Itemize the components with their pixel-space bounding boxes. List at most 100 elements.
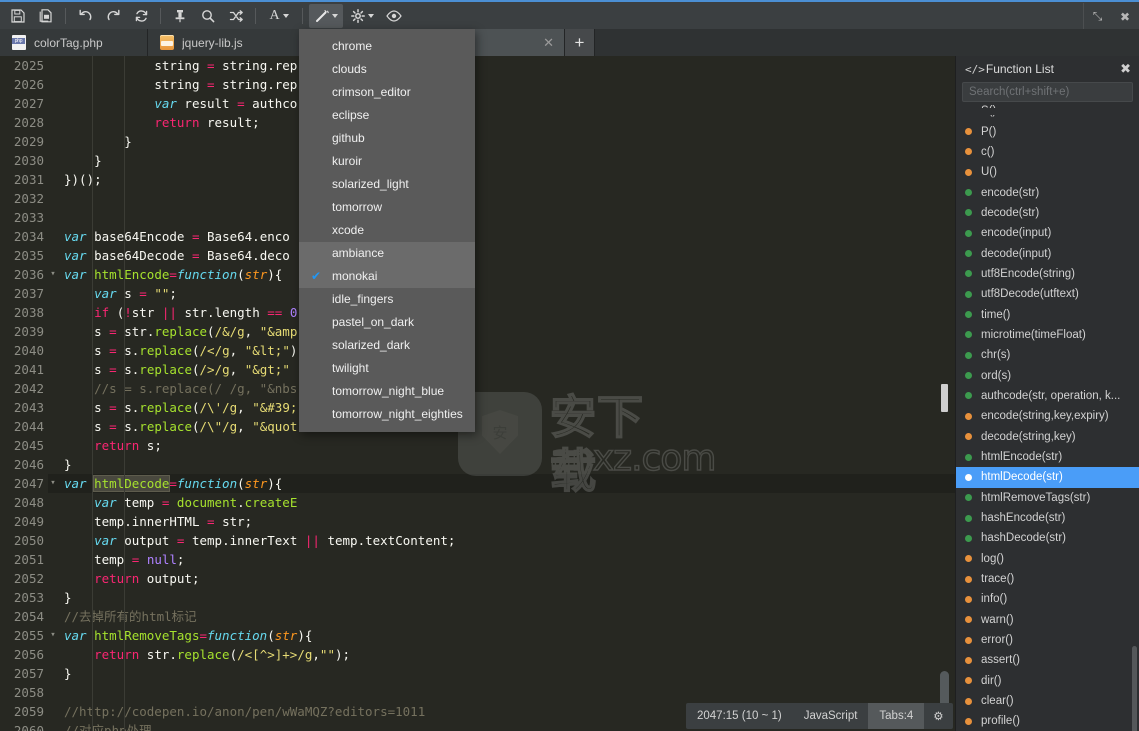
menu-item-xcode[interactable]: xcode <box>299 219 475 242</box>
function-list-item[interactable]: U() <box>956 162 1139 182</box>
save-all-icon[interactable] <box>33 4 59 28</box>
code-line[interactable]: 2053} <box>0 588 955 607</box>
code-line[interactable]: 2038 if (!str || str.length == 0 <box>0 303 955 322</box>
function-list-item[interactable]: info() <box>956 589 1139 609</box>
menu-item-solarized-dark[interactable]: solarized_dark <box>299 334 475 357</box>
redo-icon[interactable] <box>100 4 126 28</box>
menu-item-tomorrow[interactable]: tomorrow <box>299 196 475 219</box>
function-list-item[interactable]: decode(str) <box>956 203 1139 223</box>
code-editor[interactable]: 2025 string = string.rep 2026 string = st… <box>0 56 955 731</box>
code-line[interactable]: 2044 s = s.replace(/\"/g, "&quot <box>0 417 955 436</box>
code-line[interactable]: 2050 var output = temp.innerText || temp… <box>0 531 955 550</box>
font-icon[interactable]: A <box>262 4 296 28</box>
function-list[interactable]: S()P()c()U()encode(str)decode(str)encode… <box>956 101 1139 731</box>
function-list-item[interactable]: log() <box>956 549 1139 569</box>
function-list-item[interactable]: hashDecode(str) <box>956 528 1139 548</box>
tab-size[interactable]: Tabs:4 <box>868 703 925 729</box>
code-line[interactable]: 2045 return s; <box>0 436 955 455</box>
menu-item-github[interactable]: github <box>299 127 475 150</box>
close-icon[interactable]: ✕ <box>531 36 554 49</box>
code-line[interactable]: 2042 //s = s.replace(/ /g, "&nbs <box>0 379 955 398</box>
function-list-item[interactable]: error() <box>956 630 1139 650</box>
menu-item-kuroir[interactable]: kuroir <box>299 150 475 173</box>
code-line[interactable]: 2029 } <box>0 132 955 151</box>
menu-item-twilight[interactable]: twilight <box>299 357 475 380</box>
function-list-item[interactable]: decode(input) <box>956 243 1139 263</box>
code-line[interactable]: 2041 s = s.replace(/>/g, "&gt;" <box>0 360 955 379</box>
scrollbar-thumb[interactable] <box>941 384 948 412</box>
code-line[interactable]: 2048 var temp = document.createE <box>0 493 955 512</box>
restore-window-button[interactable]: ⤡ <box>1083 3 1111 30</box>
function-list-item[interactable]: htmlRemoveTags(str) <box>956 488 1139 508</box>
menu-item-tomorrow-night-eighties[interactable]: tomorrow_night_eighties <box>299 403 475 426</box>
code-line[interactable]: 2043 s = s.replace(/\'/g, "&#39; <box>0 398 955 417</box>
pin-icon[interactable] <box>167 4 193 28</box>
code-line[interactable]: 2031})(); <box>0 170 955 189</box>
code-line[interactable]: 2054 //去掉所有的html标记 <box>0 607 955 626</box>
function-list-scrollbar-thumb[interactable] <box>1132 646 1137 731</box>
shuffle-icon[interactable] <box>223 4 249 28</box>
fold-toggle-icon[interactable]: ▾ <box>48 474 58 493</box>
function-list-item[interactable]: hashEncode(str) <box>956 508 1139 528</box>
code-line[interactable]: 2032 <box>0 189 955 208</box>
menu-item-clouds[interactable]: clouds <box>299 58 475 81</box>
menu-item-pastel-on-dark[interactable]: pastel_on_dark <box>299 311 475 334</box>
function-search-input[interactable]: Search(ctrl+shift+e) <box>962 82 1133 102</box>
menu-item-idle-fingers[interactable]: idle_fingers <box>299 288 475 311</box>
gear-icon[interactable] <box>345 4 379 28</box>
fold-toggle-icon[interactable]: ▾ <box>48 265 58 284</box>
new-tab-button[interactable]: + <box>565 29 595 56</box>
code-line[interactable]: 2058 <box>0 683 955 702</box>
code-line[interactable]: 2035 var base64Decode = Base64.deco <box>0 246 955 265</box>
tab-colorTag-php[interactable]: colorTag.php <box>0 29 148 56</box>
function-list-item[interactable]: clear() <box>956 691 1139 711</box>
code-line[interactable]: 2040 s = s.replace(/</g, "&lt;") <box>0 341 955 360</box>
menu-item-solarized-light[interactable]: solarized_light <box>299 173 475 196</box>
menu-item-eclipse[interactable]: eclipse <box>299 104 475 127</box>
function-list-item[interactable]: htmlEncode(str) <box>956 447 1139 467</box>
function-list-item[interactable]: encode(string,key,expiry) <box>956 406 1139 426</box>
menu-item-tomorrow-night-blue[interactable]: tomorrow_night_blue <box>299 380 475 403</box>
menu-item-monokai[interactable]: ✔ monokai <box>299 265 475 288</box>
code-line[interactable]: 2047 ▾ var htmlDecode=function(str){ <box>0 474 955 493</box>
menu-item-crimson-editor[interactable]: crimson_editor <box>299 81 475 104</box>
function-list-item[interactable]: microtime(timeFloat) <box>956 325 1139 345</box>
function-list-item[interactable]: decode(string,key) <box>956 427 1139 447</box>
function-list-item[interactable]: encode(input) <box>956 223 1139 243</box>
code-line[interactable]: 2028 return result; <box>0 113 955 132</box>
code-line[interactable]: 2057} <box>0 664 955 683</box>
code-line[interactable]: 2025 string = string.rep <box>0 56 955 75</box>
code-line[interactable]: 2051 temp = null; <box>0 550 955 569</box>
save-icon[interactable] <box>5 4 31 28</box>
menu-item-chrome[interactable]: chrome <box>299 35 475 58</box>
code-line[interactable]: 2049 temp.innerHTML = str; <box>0 512 955 531</box>
function-list-item[interactable]: trace() <box>956 569 1139 589</box>
function-list-item[interactable]: ord(s) <box>956 365 1139 385</box>
gear-icon[interactable]: ⚙ <box>924 703 952 729</box>
function-list-item[interactable]: assert() <box>956 650 1139 670</box>
function-list-item[interactable]: utf8Encode(string) <box>956 264 1139 284</box>
language-mode[interactable]: JavaScript <box>793 703 869 729</box>
fold-toggle-icon[interactable]: ▾ <box>48 626 58 645</box>
function-list-item[interactable]: chr(s) <box>956 345 1139 365</box>
function-list-item[interactable]: authcode(str, operation, k... <box>956 386 1139 406</box>
code-line[interactable]: 2033 <box>0 208 955 227</box>
close-icon[interactable]: ✖ <box>1120 61 1131 77</box>
close-window-button[interactable]: ✖ <box>1111 3 1139 30</box>
function-list-item[interactable]: profile() <box>956 711 1139 731</box>
editor-vertical-scrollbar[interactable] <box>940 56 949 731</box>
function-list-item[interactable]: warn() <box>956 610 1139 630</box>
code-line[interactable]: 2037 var s = ""; <box>0 284 955 303</box>
undo-icon[interactable] <box>72 4 98 28</box>
function-list-item[interactable]: htmlDecode(str) <box>956 467 1139 488</box>
code-line[interactable]: 2030 } <box>0 151 955 170</box>
function-list-item[interactable]: c() <box>956 142 1139 162</box>
code-line[interactable]: 2036 ▾ var htmlEncode=function(str){ <box>0 265 955 284</box>
theme-wand-icon[interactable] <box>309 3 343 28</box>
code-line[interactable]: 2046} <box>0 455 955 474</box>
tab-jquery-lib-js[interactable]: jquery-lib.js <box>148 29 303 56</box>
code-line[interactable]: 2056 return str.replace(/<[^>]+>/g,""); <box>0 645 955 664</box>
function-list-item[interactable]: dir() <box>956 671 1139 691</box>
code-line[interactable]: 2055 ▾ var htmlRemoveTags=function(str){ <box>0 626 955 645</box>
eye-icon[interactable] <box>381 4 407 28</box>
